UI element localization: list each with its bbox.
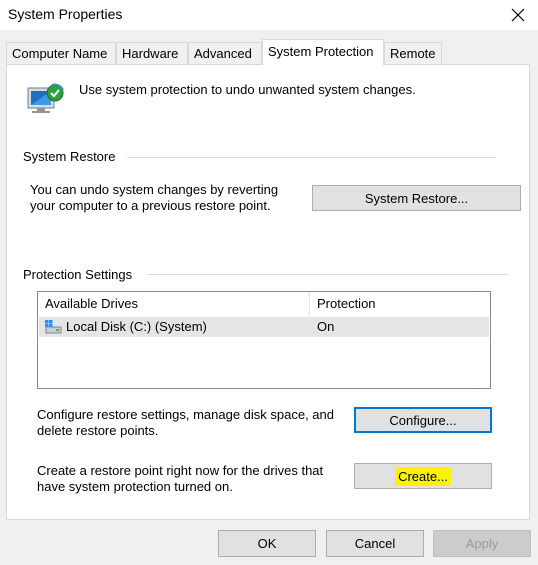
drive-protection-status: On [317, 319, 335, 334]
list-item-local-disk[interactable]: Local Disk (C:) (System) On [39, 317, 489, 337]
drives-list-header: Available Drives Protection [38, 292, 490, 316]
configure-button[interactable]: Configure... [354, 407, 492, 433]
tab-panel: Use system protection to undo unwanted s… [6, 64, 530, 520]
create-description: Create a restore point right now for the… [37, 463, 324, 494]
create-button-label: Create... [395, 466, 451, 486]
tab-advanced[interactable]: Advanced [188, 42, 262, 64]
column-header-protection[interactable]: Protection [310, 292, 490, 316]
title-bar: System Properties [0, 0, 538, 30]
create-button[interactable]: Create... [354, 463, 492, 489]
tab-remote[interactable]: Remote [384, 42, 442, 64]
close-button[interactable] [498, 0, 538, 30]
protection-settings-heading: Protection Settings [23, 267, 141, 282]
ok-button[interactable]: OK [218, 530, 316, 557]
configure-description: Configure restore settings, manage disk … [37, 407, 335, 438]
window-title: System Properties [8, 6, 123, 22]
tab-system-protection[interactable]: System Protection [262, 39, 384, 65]
drive-icon [44, 319, 64, 338]
drive-name: Local Disk (C:) (System) [66, 319, 207, 334]
system-restore-divider [127, 157, 496, 158]
system-restore-heading: System Restore [23, 149, 124, 164]
close-icon [511, 8, 525, 22]
system-protection-icon [26, 82, 66, 121]
tab-hardware[interactable]: Hardware [116, 42, 188, 64]
cancel-button[interactable]: Cancel [326, 530, 424, 557]
apply-button[interactable]: Apply [433, 530, 531, 557]
intro-text: Use system protection to undo unwanted s… [79, 82, 416, 97]
system-restore-description: You can undo system changes by reverting… [30, 182, 279, 213]
system-restore-button[interactable]: System Restore... [312, 185, 521, 211]
protection-settings-divider [147, 274, 508, 275]
tab-computer-name[interactable]: Computer Name [6, 42, 116, 64]
column-header-available-drives[interactable]: Available Drives [38, 292, 309, 316]
drives-list[interactable]: Available Drives Protection Local Disk (… [37, 291, 491, 389]
